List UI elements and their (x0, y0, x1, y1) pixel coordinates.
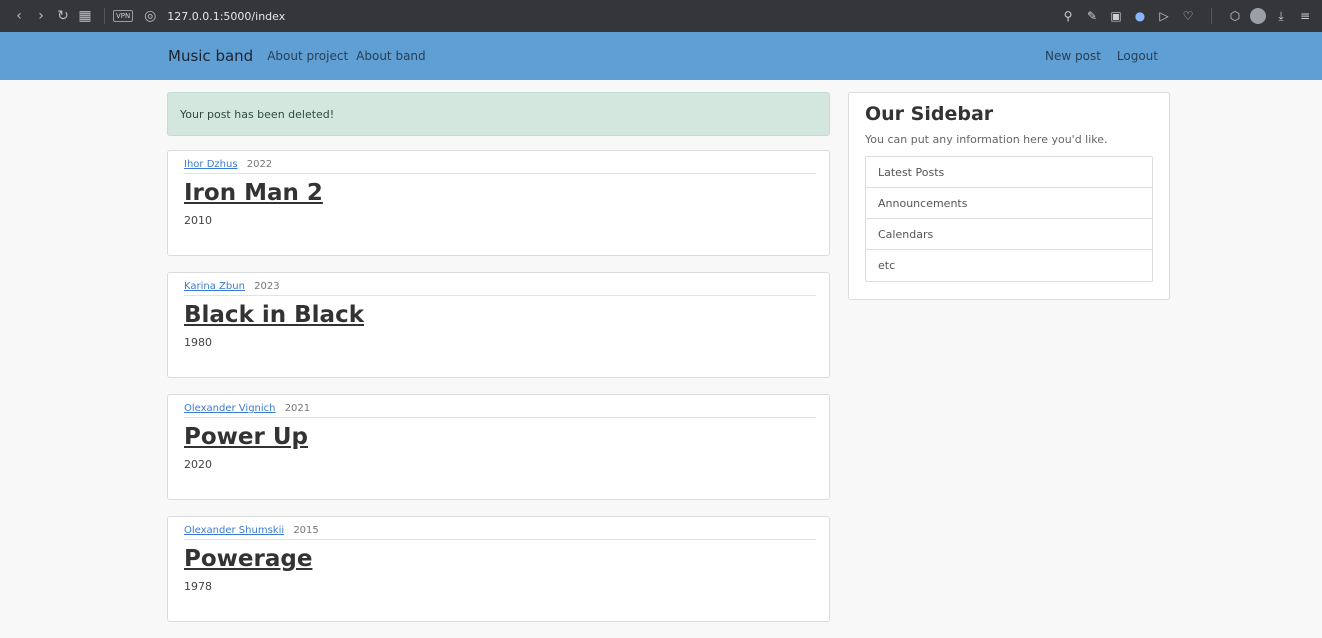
flash-alert: Your post has been deleted! (167, 92, 830, 136)
sidebar-item-etc[interactable]: etc (866, 250, 1152, 281)
address-bar[interactable]: 127.0.0.1:5000/index (167, 10, 285, 23)
post-card: Ihor Dzhus 2022 Iron Man 2 2010 (167, 150, 830, 256)
sidebar-list: Latest Posts Announcements Calendars etc (865, 156, 1153, 282)
post-title-link[interactable]: Iron Man 2 (184, 180, 813, 206)
sidebar-title: Our Sidebar (865, 103, 994, 125)
heart-icon[interactable]: ♡ (1179, 9, 1197, 23)
forward-icon[interactable]: › (30, 8, 52, 24)
site-navbar: Music band About project About band New … (0, 32, 1322, 80)
post-card: Olexander Vignich 2021 Power Up 2020 (167, 394, 830, 500)
camera-icon[interactable]: ▣ (1107, 9, 1125, 23)
nav-about-project[interactable]: About project (267, 49, 348, 63)
post-author-link[interactable]: Olexander Vignich (184, 403, 276, 414)
reload-icon[interactable]: ↻ (52, 8, 74, 24)
vpn-badge[interactable]: VPN (113, 10, 134, 22)
post-meta: Olexander Shumskii 2015 (184, 525, 816, 540)
grid-icon[interactable]: ▦ (74, 8, 96, 24)
browser-toolbar: ‹ › ↻ ▦ VPN ◎ 127.0.0.1:5000/index ⚲ ✎ ▣… (0, 0, 1322, 32)
post-author-link[interactable]: Karina Zbun (184, 281, 245, 292)
brand-link[interactable]: Music band (168, 47, 253, 65)
post-body: 1980 (184, 336, 212, 349)
post-title-link[interactable]: Powerage (184, 546, 813, 572)
send-icon[interactable]: ▷ (1155, 9, 1173, 23)
nav-new-post[interactable]: New post (1045, 49, 1101, 63)
sidebar: Our Sidebar You can put any information … (848, 92, 1170, 300)
nav-right: New post Logout (1045, 49, 1166, 63)
post-meta: Olexander Vignich 2021 (184, 403, 816, 418)
post-year: 2022 (246, 159, 273, 170)
sidebar-item-calendars[interactable]: Calendars (866, 219, 1152, 250)
post-body: 2010 (184, 214, 212, 227)
post-body: 1978 (184, 580, 212, 593)
post-meta: Karina Zbun 2023 (184, 281, 816, 296)
sidebar-description: You can put any information here you'd l… (865, 133, 1108, 146)
toolbar-divider (1211, 8, 1212, 24)
post-author-link[interactable]: Olexander Shumskii (184, 525, 284, 536)
toolbar-divider (104, 8, 105, 24)
post-body: 2020 (184, 458, 212, 471)
post-year: 2023 (254, 281, 280, 292)
post-year: 2021 (284, 403, 311, 414)
post-title-link[interactable]: Black in Black (184, 302, 813, 328)
back-icon[interactable]: ‹ (8, 8, 30, 24)
sidebar-item-announcements[interactable]: Announcements (866, 188, 1152, 219)
download-icon[interactable]: ⤓ (1272, 9, 1290, 24)
posts-column: Your post has been deleted! Ihor Dzhus 2… (167, 92, 830, 638)
post-title-link[interactable]: Power Up (184, 424, 813, 450)
sidebar-item-latest-posts[interactable]: Latest Posts (866, 157, 1152, 188)
search-icon[interactable]: ⚲ (1059, 9, 1077, 23)
globe-icon: ◎ (144, 8, 157, 24)
post-meta: Ihor Dzhus 2022 (184, 159, 816, 174)
post-author-link[interactable]: Ihor Dzhus (184, 159, 238, 170)
profile-avatar[interactable] (1250, 8, 1266, 24)
shield-icon[interactable]: ● (1131, 9, 1149, 23)
edit-icon[interactable]: ✎ (1083, 9, 1101, 23)
menu-icon[interactable]: ≡ (1296, 9, 1314, 23)
extension-icon[interactable]: ⬡ (1226, 9, 1244, 23)
nav-about-band[interactable]: About band (356, 49, 426, 63)
post-year: 2015 (293, 525, 319, 536)
post-card: Karina Zbun 2023 Black in Black 1980 (167, 272, 830, 378)
post-card: Olexander Shumskii 2015 Powerage 1978 (167, 516, 830, 622)
browser-actions: ⚲ ✎ ▣ ● ▷ ♡ ⬡ ⤓ ≡ (1059, 8, 1314, 24)
nav-logout[interactable]: Logout (1117, 49, 1158, 63)
